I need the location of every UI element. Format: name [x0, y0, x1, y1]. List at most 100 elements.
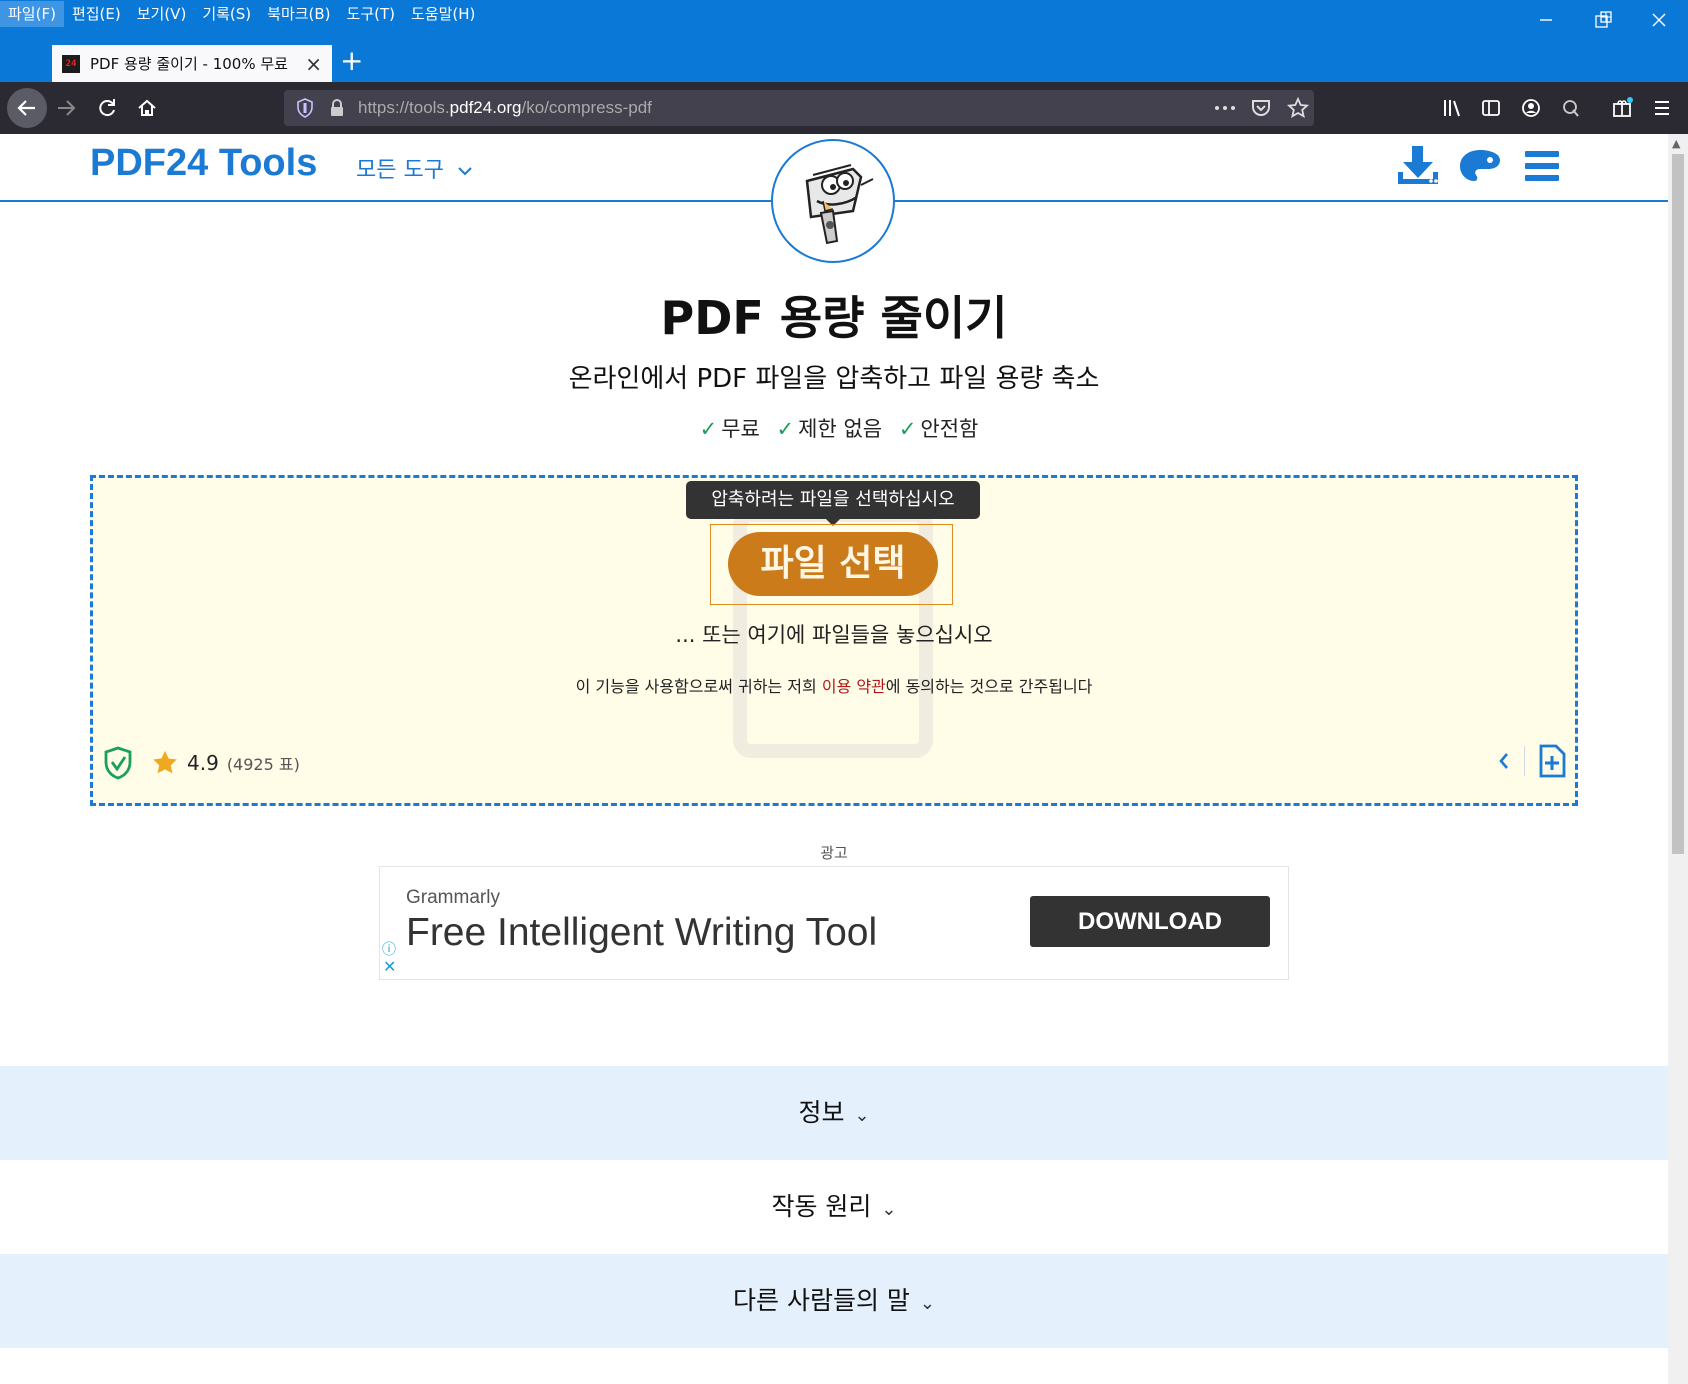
choose-file-focus-ring: 파일 선택 — [710, 524, 953, 605]
check-icon: ✓ — [699, 417, 718, 441]
dropzone-tools — [1496, 744, 1567, 778]
palette-icon — [1460, 150, 1500, 181]
back-button[interactable] — [7, 88, 47, 128]
restore-icon — [1595, 11, 1612, 28]
tab-close-icon[interactable]: × — [305, 52, 322, 76]
rating-score: 4.9 — [187, 751, 219, 775]
check-icon: ✓ — [776, 417, 795, 441]
section-info[interactable]: 정보 ⌄ — [0, 1066, 1668, 1160]
home-icon — [138, 99, 156, 116]
download-app-button[interactable] — [1394, 142, 1442, 190]
terms-link[interactable]: 이용 약관 — [822, 677, 886, 696]
restore-button[interactable] — [1575, 0, 1633, 40]
addons-icon[interactable] — [1612, 96, 1634, 118]
ad-download-button[interactable]: DOWNLOAD — [1030, 896, 1270, 947]
address-bar[interactable]: https://tools.pdf24.org/ko/compress-pdf — [284, 90, 1314, 126]
menu-bar: 파일(F) 편집(E) 보기(V) 기록(S) 북마크(B) 도구(T) 도움말… — [0, 0, 483, 28]
forward-button[interactable] — [52, 94, 80, 122]
feature-list: ✓ 무료 ✓ 제한 없음 ✓ 안전함 — [0, 413, 1668, 443]
section-how-it-works[interactable]: 작동 원리 ⌄ — [0, 1160, 1668, 1254]
reload-button[interactable] — [93, 94, 121, 122]
browser-titlebar: 파일(F) 편집(E) 보기(V) 기록(S) 북마크(B) 도구(T) 도움말… — [0, 0, 1688, 82]
feature-unlimited: 제한 없음 — [798, 417, 883, 441]
browser-tab[interactable]: 24 PDF 용량 줄이기 - 100% 무료 × — [52, 43, 332, 82]
all-tools-dropdown[interactable]: 모든 도구 — [356, 152, 473, 184]
url-text[interactable]: https://tools.pdf24.org/ko/compress-pdf — [358, 90, 652, 126]
file-dropzone[interactable]: 압축하려는 파일을 선택하십시오 파일 선택 ... 또는 여기에 파일들을 놓… — [90, 475, 1578, 806]
site-menu-button[interactable] — [1518, 142, 1566, 190]
security-shield-icon[interactable] — [103, 746, 133, 780]
minimize-icon — [1540, 19, 1552, 21]
site-logo[interactable]: PDF24 Tools — [90, 142, 317, 185]
rating[interactable]: 4.9 (4925 표) — [103, 746, 300, 780]
menu-tools[interactable]: 도구(T) — [339, 1, 403, 27]
chevron-down-icon — [458, 167, 472, 176]
section-how-it-works-label: 작동 원리 — [771, 1192, 872, 1221]
page-title: PDF 용량 줄이기 — [660, 291, 1008, 345]
download-icon — [1398, 146, 1438, 184]
more-actions-icon[interactable] — [1214, 105, 1236, 111]
choose-file-tooltip: 압축하려는 파일을 선택하십시오 — [686, 481, 980, 526]
all-tools-label: 모든 도구 — [356, 158, 444, 183]
menu-icon — [1525, 151, 1559, 181]
menu-bookmarks[interactable]: 북마크(B) — [259, 1, 338, 27]
sidebar-icon[interactable] — [1481, 98, 1501, 118]
forward-arrow-icon — [58, 100, 76, 116]
section-testimonials-label: 다른 사람들의 말 — [733, 1286, 910, 1315]
star-icon — [153, 751, 177, 774]
ad-info-icon[interactable]: ⓘ — [382, 939, 396, 959]
choose-file-button[interactable]: 파일 선택 — [728, 532, 938, 596]
tracking-shield-icon[interactable] — [296, 98, 314, 118]
library-icon[interactable] — [1442, 98, 1462, 118]
chevron-down-icon: ⌄ — [854, 1105, 870, 1126]
close-icon — [1652, 13, 1666, 27]
theme-button[interactable] — [1456, 142, 1504, 190]
check-icon: ✓ — [898, 417, 917, 441]
section-testimonials[interactable]: 다른 사람들의 말 ⌄ — [0, 1254, 1668, 1348]
menu-history[interactable]: 기록(S) — [194, 1, 259, 27]
add-file-icon[interactable] — [1537, 744, 1567, 778]
chevron-left-icon[interactable] — [1496, 751, 1512, 771]
page-subtitle: 온라인에서 PDF 파일을 압축하고 파일 용량 축소 — [568, 364, 1100, 394]
chevron-down-icon: ⌄ — [881, 1199, 897, 1220]
hamburger-menu-icon[interactable] — [1652, 98, 1672, 118]
reload-icon — [99, 99, 115, 117]
bookmark-star-icon[interactable] — [1287, 97, 1309, 119]
back-arrow-icon — [17, 100, 35, 116]
lock-icon[interactable] — [329, 99, 345, 117]
feature-secure: 안전함 — [920, 417, 979, 441]
page-scrollbar[interactable]: ▲ — [1668, 134, 1688, 1384]
terms-text-before: 이 기능을 사용함으로써 귀하는 저희 — [575, 677, 822, 696]
ad-headline[interactable]: Free Intelligent Writing Tool — [406, 911, 877, 955]
scrollbar-thumb[interactable] — [1672, 154, 1684, 854]
new-tab-button[interactable]: + — [340, 47, 363, 75]
drop-hint: ... 또는 여기에 파일들을 놓으십시오 — [675, 623, 993, 647]
ad-brand: Grammarly — [406, 887, 500, 908]
extension-icon[interactable] — [1561, 98, 1581, 118]
minimize-button[interactable] — [1517, 0, 1575, 40]
close-window-button[interactable] — [1630, 0, 1688, 40]
ad-label: 광고 — [820, 844, 848, 862]
browser-toolbar: https://tools.pdf24.org/ko/compress-pdf — [0, 82, 1688, 134]
pdf24-favicon-icon: 24 — [62, 54, 80, 73]
menu-file[interactable]: 파일(F) — [0, 1, 64, 27]
terms-text-after: 에 동의하는 것으로 간주됩니다 — [885, 677, 1093, 696]
menu-edit[interactable]: 편집(E) — [64, 1, 129, 27]
mascot-icon — [805, 164, 874, 245]
rating-votes: (4925 표) — [226, 755, 300, 774]
mascot-logo[interactable] — [771, 139, 895, 263]
menu-help[interactable]: 도움말(H) — [403, 1, 483, 27]
pocket-icon[interactable] — [1251, 98, 1271, 118]
section-info-label: 정보 — [798, 1098, 845, 1127]
menu-view[interactable]: 보기(V) — [129, 1, 195, 27]
account-icon[interactable] — [1521, 98, 1541, 118]
advertisement[interactable]: Grammarly Free Intelligent Writing Tool … — [379, 866, 1289, 980]
feature-free: 무료 — [721, 417, 760, 441]
web-page: PDF24 Tools 모든 도구 PDF 용량 줄이기 온라인에서 PDF 파… — [0, 134, 1668, 1384]
ad-close-icon[interactable]: ✕ — [383, 957, 396, 976]
chevron-down-icon: ⌄ — [919, 1293, 935, 1314]
scroll-up-icon[interactable]: ▲ — [1672, 137, 1680, 150]
terms-notice: 이 기능을 사용함으로써 귀하는 저희 이용 약관에 동의하는 것으로 간주됩니… — [93, 673, 1575, 697]
home-button[interactable] — [133, 94, 161, 122]
tab-title: PDF 용량 줄이기 - 100% 무료 — [90, 55, 288, 73]
